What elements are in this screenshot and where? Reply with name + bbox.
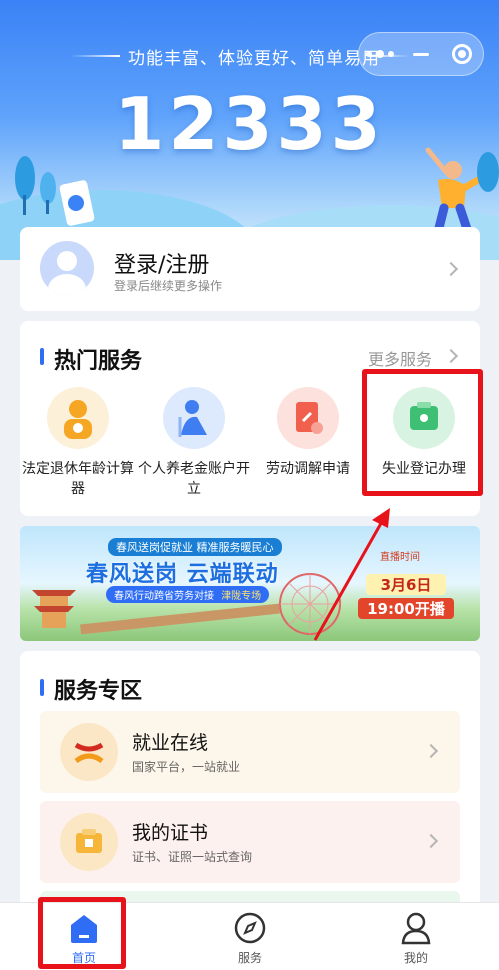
tab-bar: 首页 服务 我的: [0, 902, 499, 970]
home-icon: [71, 915, 97, 943]
user-icon: [401, 912, 431, 945]
tab-label: 首页: [71, 951, 96, 965]
compass-icon: [234, 912, 266, 944]
annotation-arrow: [313, 508, 390, 641]
tab-services[interactable]: 服务: [210, 911, 290, 966]
tab-mine[interactable]: 我的: [376, 911, 456, 966]
tab-label: 服务: [237, 951, 262, 965]
tab-home[interactable]: 首页: [44, 911, 124, 966]
tab-label: 我的: [403, 951, 428, 965]
